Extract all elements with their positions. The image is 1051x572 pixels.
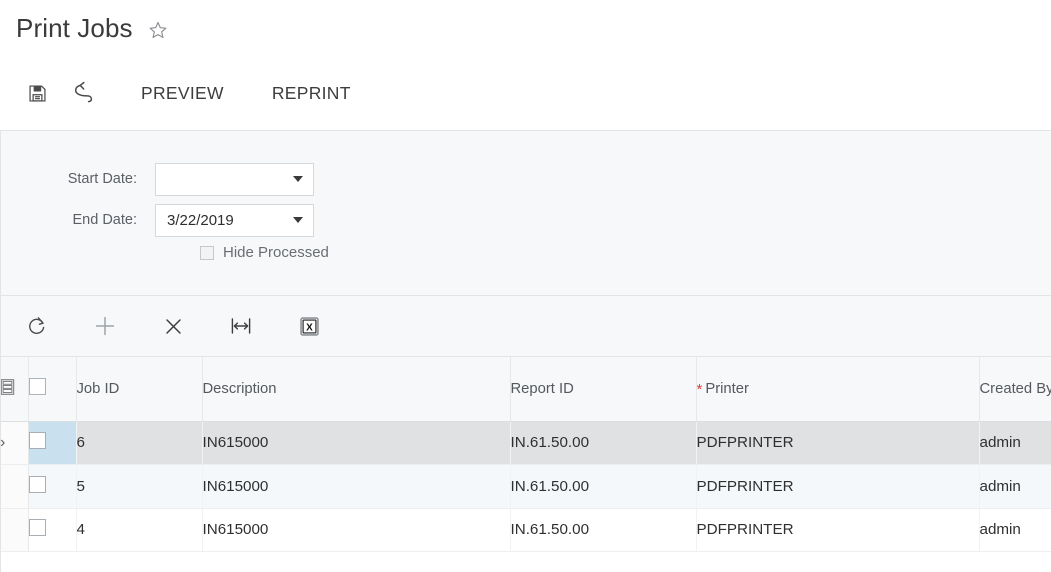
print-jobs-table: Job ID Description Report ID * Printer Cr…	[0, 357, 1051, 552]
row-indicator-cell	[0, 464, 29, 509]
start-date-input[interactable]	[155, 162, 314, 196]
end-date-chevron-down-icon[interactable]	[283, 205, 313, 236]
cell-report-id[interactable]: IN.61.50.00	[510, 464, 697, 509]
cell-job-id[interactable]: 4	[76, 508, 203, 552]
cell-report-id[interactable]: IN.61.50.00	[510, 508, 697, 552]
star-outline-icon[interactable]	[147, 19, 169, 41]
table-header: Job ID Description Report ID * Printer Cr…	[0, 357, 1051, 422]
select-all-header[interactable]	[28, 357, 77, 422]
start-date-row: Start Date:	[0, 162, 314, 196]
column-header-description[interactable]: Description	[202, 357, 511, 422]
grid-toolbar: X	[0, 296, 1051, 356]
excel-export-icon[interactable]: X	[286, 303, 332, 349]
cell-description[interactable]: IN615000	[202, 421, 511, 465]
print-jobs-grid: Job ID Description Report ID * Printer Cr…	[0, 356, 1051, 572]
row-checkbox[interactable]	[28, 475, 46, 493]
row-select-cell[interactable]	[28, 464, 77, 509]
close-x-icon[interactable]	[150, 303, 196, 349]
row-indicator-cell	[0, 508, 29, 552]
plus-icon[interactable]	[82, 303, 128, 349]
row-checkbox[interactable]	[28, 519, 46, 537]
preview-button[interactable]: PREVIEW	[128, 70, 237, 116]
refresh-icon[interactable]	[14, 303, 60, 349]
column-settings-icon[interactable]	[0, 378, 15, 395]
table-header-row: Job ID Description Report ID * Printer Cr…	[0, 357, 1051, 422]
page-title-row: Print Jobs	[16, 10, 169, 46]
column-header-printer-label: Printer	[705, 381, 749, 398]
action-toolbar: PREVIEW REPRINT	[0, 68, 1051, 118]
cell-report-id[interactable]: IN.61.50.00	[510, 421, 697, 465]
hide-processed-label: Hide Processed	[223, 244, 329, 261]
end-date-row: End Date: 3/22/2019	[0, 203, 314, 237]
cell-printer[interactable]: PDFPRINTER	[696, 421, 980, 465]
cell-job-id[interactable]: 5	[76, 464, 203, 509]
row-select-cell[interactable]	[28, 508, 77, 552]
hide-processed-checkbox[interactable]	[200, 245, 214, 260]
table-row[interactable]: 5 IN615000 IN.61.50.00 PDFPRINTER admin	[0, 464, 1051, 509]
row-select-cell[interactable]	[28, 421, 77, 465]
chevron-right-icon: ›	[0, 434, 6, 452]
column-header-printer[interactable]: * Printer	[696, 357, 980, 422]
hide-processed-row[interactable]: Hide Processed	[200, 244, 329, 261]
select-all-checkbox[interactable]	[28, 378, 46, 396]
end-date-value: 3/22/2019	[167, 211, 234, 229]
end-date-input[interactable]: 3/22/2019	[155, 203, 314, 237]
cell-printer[interactable]: PDFPRINTER	[696, 464, 980, 509]
column-header-job-id[interactable]: Job ID	[76, 357, 203, 422]
required-asterisk: *	[696, 381, 703, 399]
start-date-label: Start Date:	[67, 171, 137, 187]
start-date-chevron-down-icon[interactable]	[283, 164, 313, 195]
cell-job-id[interactable]: 6	[76, 421, 203, 465]
column-header-report-id[interactable]: Report ID	[510, 357, 697, 422]
cell-created-by[interactable]: admin	[979, 421, 1051, 465]
undo-arrow-icon[interactable]	[60, 70, 106, 116]
cell-created-by[interactable]: admin	[979, 508, 1051, 552]
table-body: › 6 IN615000 IN.61.50.00 PDFPRINTER admi…	[0, 421, 1051, 552]
column-header-created-by[interactable]: Created By	[979, 357, 1051, 422]
page-title: Print Jobs	[16, 13, 133, 43]
reprint-button[interactable]: REPRINT	[259, 70, 364, 116]
table-row[interactable]: 4 IN615000 IN.61.50.00 PDFPRINTER admin	[0, 508, 1051, 552]
cell-printer[interactable]: PDFPRINTER	[696, 508, 980, 552]
fit-columns-icon[interactable]	[218, 303, 264, 349]
save-floppy-icon[interactable]	[14, 70, 60, 116]
table-row[interactable]: › 6 IN615000 IN.61.50.00 PDFPRINTER admi…	[0, 421, 1051, 465]
cell-description[interactable]: IN615000	[202, 508, 511, 552]
filter-panel: Start Date: End Date: 3/22/2019 Hide Pro…	[0, 130, 1051, 296]
cell-description[interactable]: IN615000	[202, 464, 511, 509]
row-checkbox[interactable]	[28, 432, 46, 450]
end-date-label: End Date:	[72, 212, 138, 228]
print-jobs-screen: Print Jobs PREVIEW REPRINT Start Date: E…	[0, 0, 1051, 572]
row-indicator-cell: ›	[0, 421, 29, 465]
column-settings-header[interactable]	[0, 357, 29, 422]
svg-text:X: X	[306, 322, 313, 333]
cell-created-by[interactable]: admin	[979, 464, 1051, 509]
